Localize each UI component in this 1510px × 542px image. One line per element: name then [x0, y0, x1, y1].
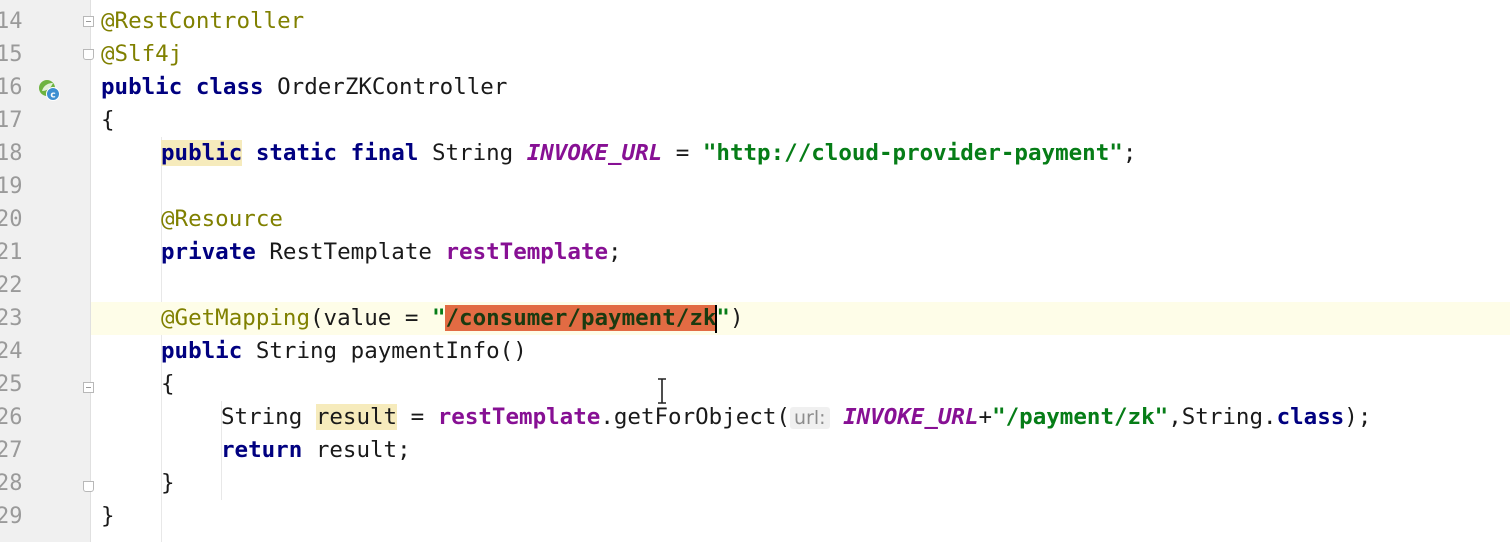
line-number[interactable]: 18 — [0, 137, 36, 170]
string-quote: " — [716, 305, 730, 331]
code-line-28[interactable]: } — [91, 467, 1510, 500]
field-name: restTemplate — [445, 239, 609, 265]
constant: INVOKE_URL — [843, 404, 979, 430]
semicolon: ; — [608, 239, 622, 265]
keyword: public — [161, 140, 243, 166]
code-line-15[interactable]: @Slf4j — [91, 38, 1510, 71]
line-number[interactable]: 14 — [0, 5, 36, 38]
selected-text[interactable]: /consumer/payment/zk — [445, 305, 717, 331]
field-name: restTemplate — [437, 404, 601, 430]
spring-bean-class-icon[interactable]: c — [38, 79, 60, 101]
brace: } — [101, 503, 115, 529]
line-number[interactable]: 16 — [0, 71, 36, 104]
type-name: RestTemplate — [269, 239, 432, 265]
code-text: String paymentInfo() — [255, 338, 527, 364]
svg-text:c: c — [50, 91, 55, 101]
code-line-23-current[interactable]: @GetMapping(value = "/consumer/payment/z… — [91, 302, 1510, 335]
keyword: public — [161, 338, 243, 364]
line-number[interactable]: 19 — [0, 170, 36, 203]
code-line-26[interactable]: String result = restTemplate.getForObjec… — [91, 401, 1510, 434]
paren: ) — [729, 305, 744, 331]
i-beam-cursor-icon — [658, 378, 666, 404]
code-line-17[interactable]: { — [91, 104, 1510, 137]
code-line-27[interactable]: return result; — [91, 434, 1510, 467]
line-number[interactable]: 27 — [0, 434, 36, 467]
brace: } — [161, 470, 175, 496]
code-line-20[interactable]: @Resource — [91, 203, 1510, 236]
code-line-22[interactable] — [91, 269, 1510, 302]
keyword: private — [161, 239, 256, 265]
annotation: @Resource — [161, 206, 283, 232]
brace: { — [101, 107, 115, 133]
line-number[interactable]: 28 — [0, 467, 36, 500]
code-line-21[interactable]: private RestTemplate restTemplate; — [91, 236, 1510, 269]
keyword: final — [350, 140, 419, 166]
line-number[interactable]: 23 — [0, 302, 36, 335]
line-number[interactable]: 17 — [0, 104, 36, 137]
code-text: ); — [1344, 404, 1372, 430]
code-line-14[interactable]: @RestController — [91, 5, 1510, 38]
code-line-19[interactable] — [91, 170, 1510, 203]
code-line-18[interactable]: public static final String INVOKE_URL = … — [91, 137, 1510, 170]
code-line-25[interactable]: { — [91, 368, 1510, 401]
line-number[interactable]: 25 — [0, 368, 36, 401]
code-line-29[interactable]: } — [91, 500, 1510, 533]
string-literal: "http://cloud-provider-payment" — [702, 140, 1123, 166]
variable-name: result — [315, 404, 398, 430]
line-number[interactable]: 29 — [0, 500, 36, 533]
line-number[interactable]: 15 — [0, 38, 36, 71]
code-line-16[interactable]: public class OrderZKController — [91, 71, 1510, 104]
parameter-hint: url: — [789, 407, 830, 429]
class-name: OrderZKController — [277, 74, 508, 100]
code-editor[interactable]: @RestController @Slf4j public class Orde… — [91, 0, 1510, 542]
constant: INVOKE_URL — [526, 140, 663, 166]
line-number[interactable]: 24 — [0, 335, 36, 368]
line-number[interactable]: 26 — [0, 401, 36, 434]
line-number-gutter[interactable]: 14 15 16 17 18 19 20 21 22 23 24 25 26 2… — [0, 0, 94, 542]
keyword: static — [255, 140, 338, 166]
keyword: class — [1276, 404, 1345, 430]
type-name: String — [431, 140, 514, 166]
brace: { — [161, 371, 175, 397]
code-text: (value = — [310, 305, 432, 331]
annotation: @GetMapping — [161, 305, 311, 331]
keyword: public — [101, 74, 183, 100]
line-number[interactable]: 22 — [0, 269, 36, 302]
operator: = — [397, 404, 438, 430]
string-quote: " — [431, 305, 446, 331]
code-text: result; — [315, 437, 411, 463]
keyword: return — [221, 437, 303, 463]
line-number[interactable]: 20 — [0, 203, 36, 236]
type-name: String — [221, 404, 303, 430]
string-literal: "/payment/zk" — [992, 404, 1169, 430]
operator: + — [978, 404, 993, 430]
annotation: @Slf4j — [101, 41, 183, 67]
annotation: @RestController — [101, 8, 305, 34]
code-text: ,String. — [1168, 404, 1277, 430]
keyword: class — [195, 74, 264, 100]
operator: = — [662, 140, 703, 166]
method-call: .getForObject( — [600, 404, 790, 430]
code-line-24[interactable]: public String paymentInfo() — [91, 335, 1510, 368]
semicolon: ; — [1122, 140, 1137, 166]
line-number[interactable]: 21 — [0, 236, 36, 269]
